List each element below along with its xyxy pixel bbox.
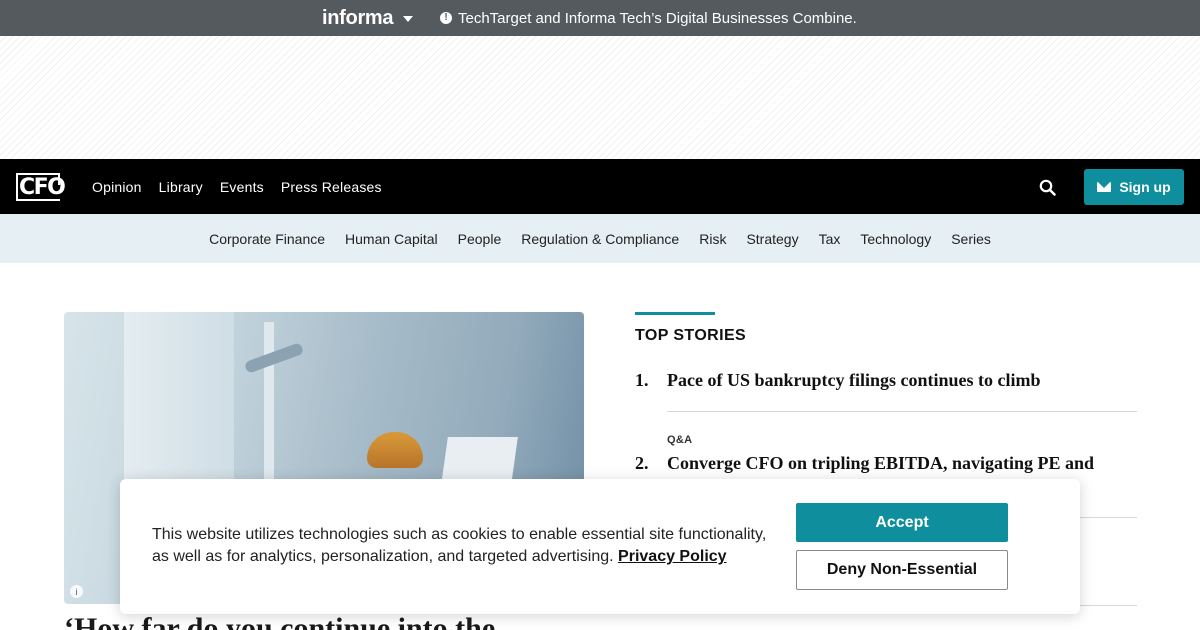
- category-link-technology[interactable]: Technology: [860, 231, 931, 247]
- category-link-series[interactable]: Series: [951, 231, 991, 247]
- ad-placeholder: [0, 36, 1200, 159]
- accept-cookies-button[interactable]: Accept: [796, 503, 1008, 542]
- informa-notice-text: TechTarget and Informa Tech’s Digital Bu…: [458, 9, 857, 27]
- story-title-link[interactable]: Converge CFO on tripling EBITDA, navigat…: [667, 453, 1094, 474]
- hero-headline[interactable]: ‘How far do you continue into the: [64, 612, 495, 630]
- mail-icon: [1097, 182, 1112, 192]
- story-number: 1.: [635, 370, 649, 390]
- informa-notice-link[interactable]: ! TechTarget and Informa Tech’s Digital …: [440, 8, 857, 28]
- hero-image-seat: [367, 432, 423, 468]
- top-stories-accent-bar: [635, 312, 715, 315]
- privacy-policy-link[interactable]: Privacy Policy: [618, 548, 727, 565]
- story-title-link[interactable]: Pace of US bankruptcy filings continues …: [667, 370, 1041, 391]
- image-info-icon[interactable]: i: [70, 585, 83, 598]
- story-divider: [667, 411, 1137, 412]
- informa-bar: informa ! TechTarget and Informa Tech’s …: [0, 0, 1200, 36]
- category-link-risk[interactable]: Risk: [699, 231, 726, 247]
- top-stories-heading: TOP STORIES: [635, 327, 747, 344]
- cfo-logo[interactable]: CFO: [16, 173, 66, 201]
- informa-brand-menu[interactable]: informa: [322, 6, 414, 30]
- category-link-human-capital[interactable]: Human Capital: [345, 231, 438, 247]
- nav-link-events[interactable]: Events: [220, 179, 264, 195]
- sign-up-button[interactable]: Sign up: [1084, 169, 1184, 205]
- informa-logo: informa: [322, 6, 394, 29]
- deny-non-essential-button[interactable]: Deny Non-Essential: [796, 550, 1008, 590]
- hero-image-lamp: [243, 342, 305, 374]
- info-icon: !: [440, 12, 452, 24]
- category-link-strategy[interactable]: Strategy: [746, 231, 798, 247]
- story-kicker: Q&A: [667, 434, 693, 446]
- category-link-regulation-compliance[interactable]: Regulation & Compliance: [521, 231, 679, 247]
- sign-up-label: Sign up: [1119, 179, 1171, 195]
- search-icon[interactable]: [1038, 178, 1058, 198]
- category-link-people[interactable]: People: [458, 231, 502, 247]
- cookie-consent-banner: This website utilizes technologies such …: [120, 479, 1080, 614]
- nav-link-press-releases[interactable]: Press Releases: [281, 179, 382, 195]
- main-nav-links: Opinion Library Events Press Releases: [92, 159, 399, 214]
- category-link-corporate-finance[interactable]: Corporate Finance: [209, 231, 325, 247]
- category-link-tax[interactable]: Tax: [819, 231, 841, 247]
- chevron-down-icon: [403, 16, 414, 22]
- story-number: 2.: [635, 453, 649, 473]
- nav-link-opinion[interactable]: Opinion: [92, 179, 142, 195]
- nav-link-library[interactable]: Library: [159, 179, 203, 195]
- cookie-message: This website utilizes technologies such …: [152, 524, 772, 568]
- category-nav: Corporate Finance Human Capital People R…: [0, 214, 1200, 263]
